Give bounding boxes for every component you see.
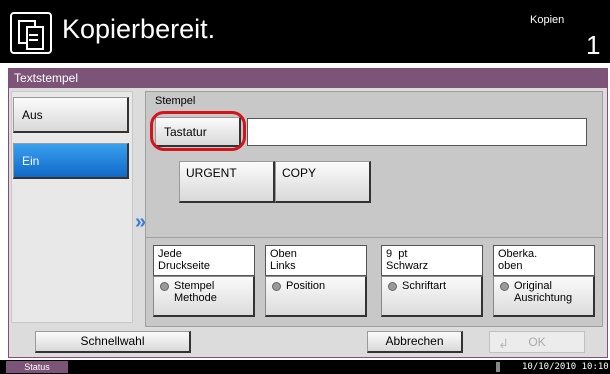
preset-urgent-label: URGENT (186, 166, 237, 180)
stamp-method-value: Jede Druckseite (153, 245, 255, 276)
setting-font: 9 pt Schwarz Schriftart (381, 245, 483, 317)
position-value: Oben Links (265, 245, 367, 276)
ok-button[interactable]: ↲ OK (489, 331, 585, 353)
setting-position: Oben Links Position (265, 245, 367, 317)
status-title: Kopierbereit. (62, 14, 216, 44)
preset-copy-label: COPY (282, 166, 317, 180)
keyboard-highlight (150, 111, 246, 151)
copy-icon (10, 12, 52, 54)
stamp-method-button[interactable]: Stempel Methode (153, 276, 255, 317)
datetime: 10/10/2010 10:10 (522, 362, 609, 372)
status-bar: Status 10/10/2010 10:10 (0, 360, 610, 374)
cancel-button[interactable]: Abbrechen (367, 331, 463, 353)
copy-screen: Kopierbereit. Kopien 1 Textstempel Aus E… (0, 0, 610, 374)
preset-copy-button[interactable]: COPY (275, 161, 371, 203)
quick-setup-button[interactable]: Schnellwahl (35, 331, 191, 353)
stamp-method-label: Stempel Methode (174, 280, 217, 304)
option-aus-button[interactable]: Aus (13, 97, 129, 133)
radio-dot-icon (272, 282, 281, 291)
font-label: Schriftart (402, 280, 447, 292)
header: Kopierbereit. Kopien 1 (0, 0, 610, 63)
copies-label: Kopien (530, 14, 565, 26)
preset-urgent-button[interactable]: URGENT (179, 161, 275, 203)
orientation-label: Original Ausrichtung (514, 280, 573, 304)
radio-dot-icon (388, 282, 397, 291)
option-aus-label: Aus (22, 108, 43, 122)
copies-count: 1 (586, 30, 601, 60)
memory-icon (496, 362, 500, 372)
enter-icon: ↲ (498, 336, 509, 351)
panel-title: Textstempel (9, 69, 607, 88)
radio-dot-icon (500, 282, 509, 291)
option-ein-label: Ein (22, 154, 40, 168)
text-stamp-panel: Textstempel Aus Ein » Stempel Tastatur U… (8, 68, 608, 358)
chevron-right-icon: » (135, 211, 146, 233)
status-button[interactable]: Status (6, 361, 68, 373)
option-ein-button[interactable]: Ein (13, 143, 129, 179)
setting-stamp-method: Jede Druckseite Stempel Methode (153, 245, 255, 317)
stamp-text-field[interactable] (247, 118, 587, 146)
orientation-value: Oberka. oben (493, 245, 595, 276)
orientation-button[interactable]: Original Ausrichtung (493, 276, 595, 317)
setting-orientation: Oberka. oben Original Ausrichtung (493, 245, 595, 317)
position-button[interactable]: Position (265, 276, 367, 317)
position-label: Position (286, 280, 326, 292)
radio-dot-icon (160, 282, 169, 291)
ok-label: OK (528, 335, 546, 349)
font-value: 9 pt Schwarz (381, 245, 483, 276)
stamp-label: Stempel (155, 95, 196, 107)
font-button[interactable]: Schriftart (381, 276, 483, 317)
